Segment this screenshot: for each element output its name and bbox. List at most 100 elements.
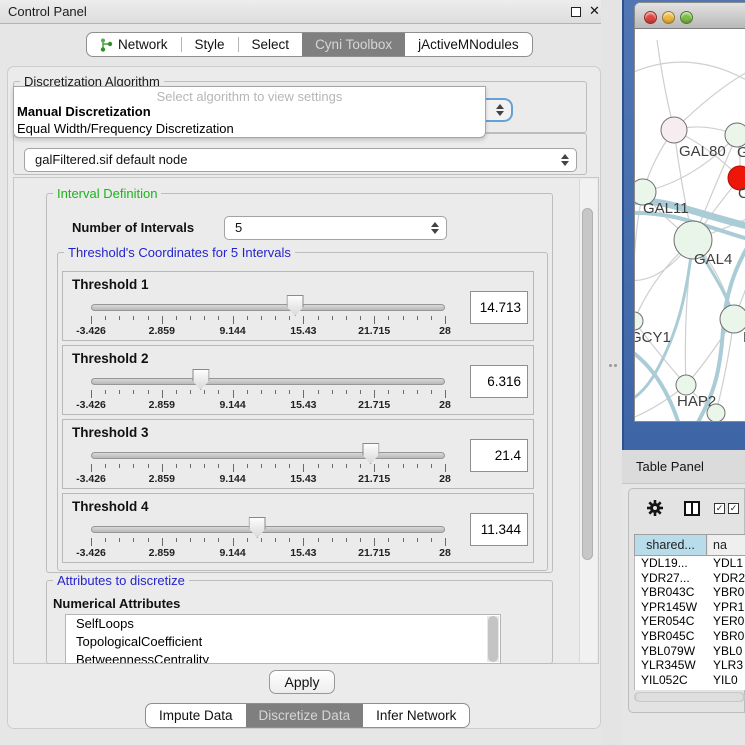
network-window-titlebar[interactable] xyxy=(635,3,745,29)
cell-shared-name[interactable]: YDL19... xyxy=(641,556,688,571)
popup-option[interactable]: Equal Width/Frequency Discretization xyxy=(17,121,234,136)
threshold-value-field[interactable]: 11.344 xyxy=(470,513,528,546)
axis-tick-label: -3.426 xyxy=(76,547,106,559)
close-icon[interactable]: ✕ xyxy=(589,3,600,19)
tab-infer-network[interactable]: Infer Network xyxy=(363,704,469,727)
column-header-name[interactable]: na xyxy=(708,535,745,555)
tab-style[interactable]: Style xyxy=(182,33,238,56)
network-node-HAP2[interactable] xyxy=(676,375,696,395)
horizontal-scrollbar-thumb[interactable] xyxy=(636,693,743,701)
network-node-node-bottom[interactable] xyxy=(707,404,725,422)
cell-name[interactable]: YDR2 xyxy=(713,571,745,586)
attribute-list-item[interactable]: BetweennessCentrality xyxy=(66,651,500,664)
node-label-GAL80: GAL80 xyxy=(679,143,726,160)
cell-name[interactable]: YPR1 xyxy=(713,600,744,615)
tab-network[interactable]: Network xyxy=(87,33,181,56)
network-node-GAL80[interactable] xyxy=(661,117,687,143)
panel-divider[interactable] xyxy=(601,0,622,745)
table-row[interactable]: YPR145W YPR1 xyxy=(635,600,745,615)
float-window-icon[interactable] xyxy=(571,7,581,17)
minimize-button[interactable] xyxy=(662,11,675,24)
close-button[interactable] xyxy=(644,11,657,24)
table-row[interactable]: YBR045C YBR0 xyxy=(635,629,745,644)
panel-title: Control Panel xyxy=(8,0,87,23)
tab-select[interactable]: Select xyxy=(239,33,303,56)
axis-tick-label: 2.859 xyxy=(149,399,175,411)
threshold-value-field[interactable]: 21.4 xyxy=(470,439,528,472)
network-edge-thick[interactable] xyxy=(635,348,679,422)
node-label-GAL4: GAL4 xyxy=(694,251,732,268)
number-of-intervals-combobox[interactable]: 5 xyxy=(224,216,447,240)
cell-shared-name[interactable]: YER054C xyxy=(641,614,694,629)
network-node-GCY1[interactable] xyxy=(635,312,643,330)
cell-shared-name[interactable]: YBR045C xyxy=(641,629,694,644)
network-edge[interactable] xyxy=(674,68,745,130)
table-row[interactable]: YBR043C YBR0 xyxy=(635,585,745,600)
cell-shared-name[interactable]: YPR145W xyxy=(641,600,697,615)
table-data-combobox[interactable]: galFiltered.sif default node xyxy=(24,148,577,172)
slider-track[interactable] xyxy=(91,304,445,311)
column-split-icon[interactable] xyxy=(684,501,700,516)
attributes-list[interactable]: SelfLoopsTopologicalCoefficientBetweenne… xyxy=(65,614,501,664)
threshold-value-field[interactable]: 14.713 xyxy=(470,291,528,324)
table-row[interactable]: YDL19... YDL1 xyxy=(635,556,745,571)
list-scrollbar-thumb[interactable] xyxy=(488,616,498,662)
list-scrollbar[interactable] xyxy=(487,616,499,662)
slider-thumb[interactable] xyxy=(249,517,266,538)
settings-gear-icon[interactable] xyxy=(646,499,664,517)
slider-thumb[interactable] xyxy=(287,295,304,316)
node-label-GCY1: GCY1 xyxy=(635,329,671,346)
axis-tick-label: 9.144 xyxy=(219,547,245,559)
checkbox-icon[interactable]: ✓ xyxy=(714,503,725,514)
network-canvas[interactable]: GAL80GCGAL11GAL4GCY1HHAP2 xyxy=(635,30,745,422)
table-row[interactable]: YDR27... YDR2 xyxy=(635,571,745,586)
horizontal-scrollbar[interactable] xyxy=(634,692,745,702)
cell-name[interactable]: YLR3 xyxy=(713,658,743,673)
table-body[interactable]: YDL19...YDL1YDR27...YDR2YBR043CYBR0YPR14… xyxy=(634,556,745,690)
tab-jactivemnodules[interactable]: jActiveMNodules xyxy=(405,33,532,56)
slider-track[interactable] xyxy=(91,526,445,533)
threshold-label: Threshold 2 xyxy=(72,351,149,366)
slider-thumb[interactable] xyxy=(192,369,209,390)
cell-name[interactable]: YDL1 xyxy=(713,556,743,571)
cell-name[interactable]: YBL0 xyxy=(713,644,742,659)
column-header-shared[interactable]: shared... xyxy=(635,535,707,555)
cell-shared-name[interactable]: YDR27... xyxy=(641,571,690,586)
attribute-list-item[interactable]: SelfLoops xyxy=(66,615,500,633)
network-node-H-node[interactable] xyxy=(720,305,745,333)
cell-shared-name[interactable]: YIL052C xyxy=(641,673,688,688)
table-row[interactable]: YLR345W YLR3 xyxy=(635,658,745,673)
cell-name[interactable]: YER0 xyxy=(713,614,744,629)
attribute-list-item[interactable]: TopologicalCoefficient xyxy=(66,633,500,651)
control-panel-titlebar: Control Panel ✕ xyxy=(0,0,620,24)
axis-tick-label: 2.859 xyxy=(149,547,175,559)
cell-name[interactable]: YIL0 xyxy=(713,673,738,688)
axis-tick-label: 9.144 xyxy=(219,325,245,337)
tab-impute-data[interactable]: Impute Data xyxy=(146,704,246,727)
cell-shared-name[interactable]: YBL079W xyxy=(641,644,695,659)
cell-name[interactable]: YBR0 xyxy=(713,585,744,600)
vertical-scrollbar-thumb[interactable] xyxy=(582,208,593,560)
axis-tick-label: 21.715 xyxy=(358,399,390,411)
slider-track[interactable] xyxy=(91,378,445,385)
threshold-value-field[interactable]: 6.316 xyxy=(470,365,528,398)
cell-name[interactable]: YBR0 xyxy=(713,629,744,644)
network-edge[interactable] xyxy=(657,40,674,130)
threshold-row: Threshold 3-3.4262.8599.14415.4321.71528… xyxy=(62,419,534,489)
zoom-button[interactable] xyxy=(680,11,693,24)
table-row[interactable]: YBL079W YBL0 xyxy=(635,644,745,659)
table-row[interactable]: YER054C YER0 xyxy=(635,614,745,629)
tab-cyni-toolbox[interactable]: Cyni Toolbox xyxy=(302,33,405,56)
table-panel-titlebar: Table Panel xyxy=(622,450,745,484)
slider-track[interactable] xyxy=(91,452,445,459)
apply-button[interactable]: Apply xyxy=(269,670,335,694)
cell-shared-name[interactable]: YBR043C xyxy=(641,585,694,600)
popup-option[interactable]: Manual Discretization xyxy=(17,104,151,119)
axis-tick-label: 28 xyxy=(439,473,451,485)
checkbox-icon[interactable]: ✓ xyxy=(728,503,739,514)
tab-discretize-data[interactable]: Discretize Data xyxy=(246,704,364,727)
slider-thumb[interactable] xyxy=(362,443,379,464)
network-edge[interactable] xyxy=(635,62,745,85)
cell-shared-name[interactable]: YLR345W xyxy=(641,658,696,673)
table-row[interactable]: YIL052C YIL0 xyxy=(635,673,745,688)
